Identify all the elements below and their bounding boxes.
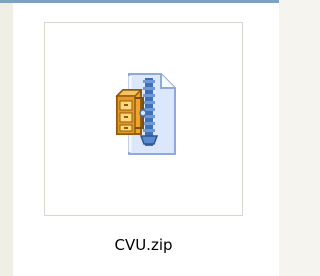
left-pane: [0, 3, 13, 276]
file-name-label[interactable]: CVU.zip: [44, 236, 243, 254]
thumbnail-frame[interactable]: [44, 22, 243, 216]
file-item-cvu-zip[interactable]: CVU.zip: [44, 22, 243, 254]
file-view-panel: CVU.zip: [13, 3, 279, 276]
zip-archive-icon: [115, 73, 176, 155]
